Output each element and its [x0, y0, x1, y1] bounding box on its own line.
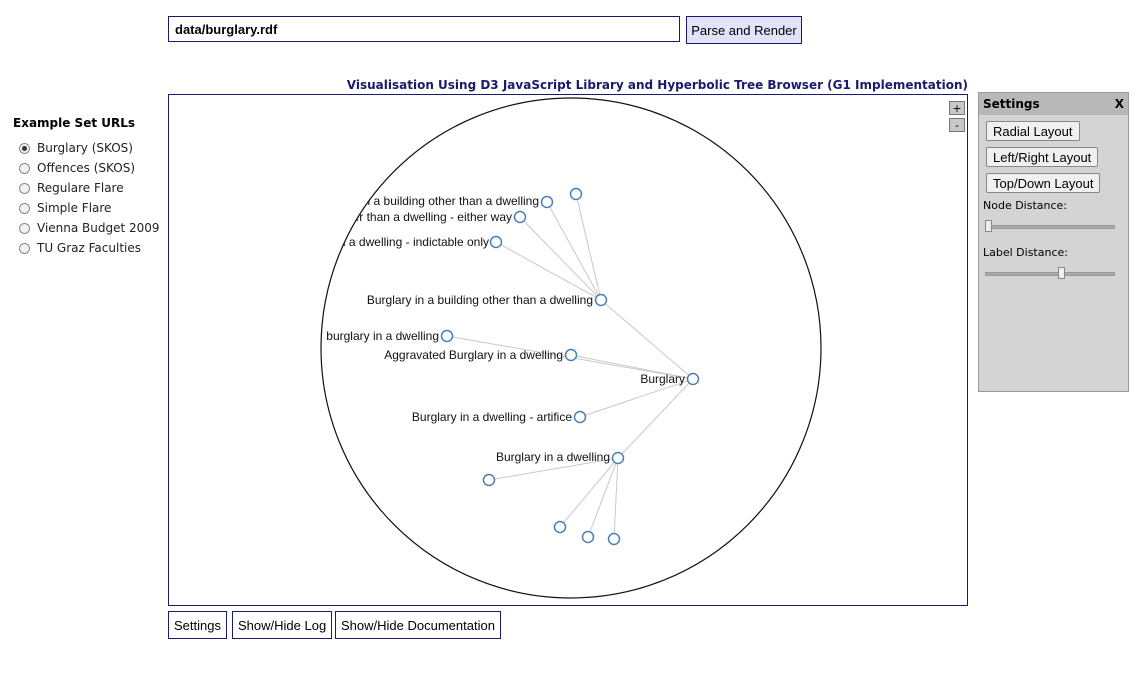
slider-track — [985, 225, 1115, 229]
tree-link — [587, 457, 619, 538]
example-item-tu-graz[interactable]: TU Graz Faculties — [13, 238, 160, 258]
tree-node[interactable] — [594, 293, 608, 307]
hyperbolic-tree[interactable]: glary in a building other than a dwellin… — [169, 95, 967, 605]
example-set-list: Example Set URLs Burglary (SKOS) Offence… — [13, 116, 160, 258]
radio-button-selected[interactable] — [19, 142, 30, 154]
tree-node[interactable] — [513, 210, 527, 224]
node-label[interactable]: Burglary in a dwelling - artifice — [412, 410, 572, 424]
settings-button[interactable]: Settings — [168, 611, 227, 639]
tree-node[interactable] — [581, 530, 595, 544]
tree-node[interactable] — [489, 235, 503, 249]
node-distance-slider[interactable] — [985, 220, 1115, 232]
radio-button[interactable] — [19, 182, 30, 194]
tree-link — [559, 457, 619, 528]
node-label[interactable]: Aggravated Burglary in a dwelling — [384, 348, 563, 362]
node-label[interactable]: other than a dwelling - either way — [336, 210, 512, 224]
top-down-layout-button[interactable]: Top/Down Layout — [986, 173, 1101, 193]
tree-link — [617, 378, 694, 459]
close-icon[interactable]: X — [1115, 97, 1124, 111]
tree-node[interactable] — [482, 473, 496, 487]
radio-button[interactable] — [19, 222, 30, 234]
tree-node[interactable] — [573, 410, 587, 424]
example-label: Vienna Budget 2009 — [37, 221, 160, 235]
tree-node[interactable] — [607, 532, 621, 546]
tree-node[interactable] — [569, 187, 583, 201]
settings-title: Settings — [983, 97, 1040, 111]
label-distance-label: Label Distance: — [983, 246, 1068, 259]
example-item-regulare-flare[interactable]: Regulare Flare — [13, 178, 160, 198]
example-label: Offences (SKOS) — [37, 161, 136, 175]
example-label: TU Graz Faculties — [37, 241, 141, 255]
visualisation-title: Visualisation Using D3 JavaScript Librar… — [346, 78, 968, 92]
tree-link — [519, 216, 602, 301]
radio-button[interactable] — [19, 202, 30, 214]
example-set-heading: Example Set URLs — [13, 116, 136, 130]
show-hide-documentation-button[interactable]: Show/Hide Documentation — [335, 611, 501, 639]
node-label[interactable]: burglary in a dwelling — [326, 329, 439, 343]
slider-handle[interactable] — [985, 220, 992, 232]
tree-node[interactable] — [440, 329, 454, 343]
node-label[interactable]: glary in a building other than a dwellin… — [332, 194, 539, 208]
show-hide-log-button[interactable]: Show/Hide Log — [232, 611, 333, 639]
example-item-burglary-skos[interactable]: Burglary (SKOS) — [13, 138, 160, 158]
example-label: Regulare Flare — [37, 181, 124, 195]
tree-node[interactable] — [686, 372, 700, 386]
label-distance-slider[interactable] — [985, 267, 1115, 279]
example-label: Burglary (SKOS) — [37, 141, 133, 155]
tree-canvas[interactable]: glary in a building other than a dwellin… — [168, 94, 968, 606]
node-label[interactable]: Burglary in a dwelling — [496, 450, 610, 464]
radio-button[interactable] — [19, 162, 30, 174]
node-label[interactable]: Burglary in a building other than a dwel… — [367, 293, 593, 307]
tree-node[interactable] — [540, 195, 554, 209]
slider-handle[interactable] — [1057, 267, 1065, 279]
parse-and-render-button[interactable]: Parse and Render — [686, 16, 802, 44]
example-item-simple-flare[interactable]: Simple Flare — [13, 198, 160, 218]
zoom-out-button[interactable]: - — [949, 118, 965, 132]
tree-node[interactable] — [553, 520, 567, 534]
left-right-layout-button[interactable]: Left/Right Layout — [986, 147, 1099, 167]
settings-panel: Settings X Radial Layout Left/Right Layo… — [978, 92, 1129, 392]
node-label[interactable]: Burglary — [640, 372, 685, 386]
settings-header: Settings X — [979, 93, 1128, 115]
tree-link — [613, 457, 619, 540]
tree-node[interactable] — [611, 451, 625, 465]
zoom-in-button[interactable]: + — [949, 101, 965, 115]
tree-link — [600, 299, 694, 380]
tree-link — [575, 193, 602, 301]
radial-layout-button[interactable]: Radial Layout — [986, 121, 1080, 141]
example-item-vienna-budget[interactable]: Vienna Budget 2009 — [13, 218, 160, 238]
node-distance-label: Node Distance: — [983, 199, 1068, 212]
radio-button[interactable] — [19, 242, 30, 254]
url-input[interactable] — [168, 16, 680, 42]
example-item-offences-skos[interactable]: Offences (SKOS) — [13, 158, 160, 178]
tree-node[interactable] — [564, 348, 578, 362]
example-label: Simple Flare — [37, 201, 112, 215]
node-label[interactable]: an a dwelling - indictable only — [332, 235, 489, 249]
slider-track — [985, 272, 1115, 276]
